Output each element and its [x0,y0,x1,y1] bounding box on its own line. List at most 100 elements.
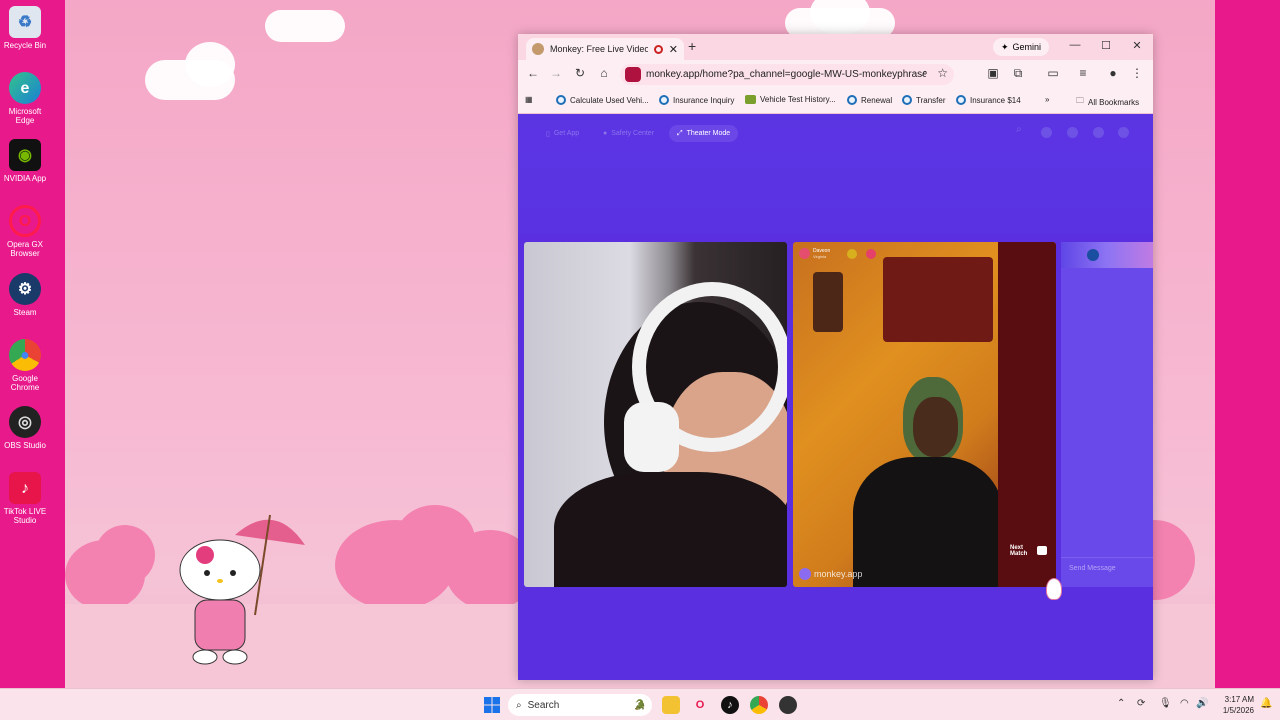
phone-icon: ▯ [546,130,550,138]
profile-avatar[interactable]: ● [1105,66,1121,80]
steam-icon: ⚙ [9,273,41,305]
next-arrow-icon[interactable] [1037,546,1047,555]
wifi-icon[interactable]: ◠ [1180,698,1189,709]
page-header: ▯ Get App ● Safety Center ⤢ Theater Mode ⌕ [518,114,1153,234]
desktop-icon-label: NVIDIA App [3,174,47,183]
bookmark-label: Vehicle Test History... [760,95,836,104]
theater-icon: ⤢ [677,129,683,137]
file-explorer-icon[interactable] [662,696,680,714]
bookmark-label: Insurance $14 [970,95,1021,105]
bookmark-label: Calculate Used Vehi... [570,95,649,105]
obs-taskbar-icon[interactable] [779,696,797,714]
extension-badge-icon[interactable]: ▣ [985,66,1001,80]
bookmark-item[interactable]: Calculate Used Vehi... [556,95,649,105]
extensions-icon[interactable]: ⧉ [1010,66,1026,81]
tiktok-taskbar-icon[interactable]: ♪ [721,696,739,714]
theater-mode-button[interactable]: ⤢ Theater Mode [669,125,739,142]
windows-icon [484,697,500,713]
folder-icon: 🗀 [1076,96,1084,105]
desktop-icon-opera-gx[interactable]: O Opera GX Browser [0,205,50,258]
desktop-icon-tiktok-live[interactable]: ♪ TikTok LIVE Studio [0,472,50,525]
desktop-icon-nvidia[interactable]: ◉ NVIDIA App [0,139,50,183]
recycle-bin-icon: ♻ [9,6,41,38]
all-bookmarks-button[interactable]: 🗀 All Bookmarks [1076,95,1139,109]
coin-icon[interactable] [1041,127,1052,138]
address-bar[interactable]: monkey.app/home?pa_channel=google-MW-US-… [620,64,954,85]
bookmark-star-icon[interactable]: ☆ [937,66,948,80]
desktop-icon-label: OBS Studio [4,441,46,450]
desktop-icon-edge[interactable]: e Microsoft Edge [0,72,50,125]
chat-panel: Send Message [1061,242,1153,587]
clock-date: 1/5/2026 [1222,706,1254,715]
chrome-icon: ● [9,339,41,371]
clock[interactable]: 3:17 AM 1/5/2026 [1214,694,1254,716]
get-app-button[interactable]: ▯ Get App [538,125,587,142]
opera-gx-taskbar-icon[interactable]: O [691,696,709,714]
taskbar: ⌕ Search 🐊 O ♪ ⌃ ⟳ 🎙 ◠ 🔊 3:17 AM 1/5/202… [0,688,1280,720]
desktop-icon-chrome[interactable]: ● Google Chrome [0,339,50,392]
chat-icon[interactable] [1093,127,1104,138]
bookmark-item[interactable]: Insurance Inquiry [659,95,734,105]
all-bookmarks-label: All Bookmarks [1088,97,1140,107]
heart-badge-icon [866,248,877,259]
profile-icon[interactable] [1118,127,1129,138]
next-match-button[interactable]: Next Match [1010,545,1027,557]
tiktok-live-icon: ♪ [9,472,41,504]
tab-bar: Monkey: Free Live Video Ch ✕ + ✦ Gemini … [518,34,1153,60]
local-video [524,242,787,587]
close-window-button[interactable]: ✕ [1130,39,1144,52]
get-app-label: Get App [553,130,580,137]
chrome-taskbar-icon[interactable] [750,696,768,714]
desktop-icon-obs[interactable]: ◎ OBS Studio [0,406,50,450]
forward-button[interactable]: → [548,66,564,80]
bookmark-label: Renewal [861,95,893,105]
sync-icon[interactable]: ⟳ [1137,698,1145,709]
tab-title: Monkey: Free Live Video Ch [550,44,648,54]
new-tab-button[interactable]: + [688,38,696,54]
desktop-icon-steam[interactable]: ⚙ Steam [0,273,50,317]
desktop-icon-recycle-bin[interactable]: ♻ Recycle Bin [0,6,50,50]
minimize-button[interactable]: — [1068,39,1082,51]
bookmarks-overflow-icon[interactable]: » [1045,95,1049,104]
site-info-icon[interactable] [625,67,641,82]
zoom-icon[interactable]: ⌕ [922,67,928,80]
search-icon[interactable]: ⌕ [1016,124,1027,135]
bookmark-item[interactable]: Vehicle Test History... [745,95,836,104]
bookmark-item[interactable]: Insurance $14 [956,95,1021,105]
remote-user-tag: Daveon Virginia [799,248,877,259]
close-tab-icon[interactable]: ✕ [669,43,678,56]
safety-center-button[interactable]: ● Safety Center [595,125,662,142]
menu-icon[interactable]: ⋮ [1129,66,1145,80]
apps-grid-icon[interactable]: ▦ [525,95,533,104]
bookmark-label: Transfer [916,95,946,105]
tray-overflow-icon[interactable]: ⌃ [1117,698,1125,709]
bookmark-item[interactable]: Renewal [847,95,892,105]
bookmark-favicon-icon [847,95,857,105]
send-message-input[interactable]: Send Message [1061,557,1153,579]
search-icon: ⌕ [516,699,522,711]
globe-icon [1087,249,1099,261]
browser-tab[interactable]: Monkey: Free Live Video Ch ✕ [526,38,684,60]
next-match-label: Match [1010,551,1028,557]
home-button[interactable]: ⌂ [596,66,612,80]
start-button[interactable] [483,696,501,714]
bookmark-favicon-icon [556,95,566,105]
desktop-icon-label: Recycle Bin [3,41,47,50]
search-label: Search [527,699,560,711]
history-icon[interactable] [1067,127,1078,138]
microphone-icon[interactable]: 🎙 [1159,698,1172,709]
cast-icon[interactable]: ▭ [1045,66,1061,80]
media-controls-icon[interactable]: ≡ [1075,66,1091,80]
bookmark-item[interactable]: Transfer [902,95,946,105]
gold-badge-icon [847,248,858,259]
bookmark-favicon-icon [659,95,669,105]
notifications-icon[interactable]: 🔔 [1260,698,1272,709]
gemini-button[interactable]: ✦ Gemini [993,38,1050,56]
back-button[interactable]: ← [525,66,541,80]
maximize-button[interactable]: ☐ [1099,39,1113,52]
volume-icon[interactable]: 🔊 [1196,698,1208,709]
taskbar-search[interactable]: ⌕ Search 🐊 [508,694,652,716]
reload-button[interactable]: ↻ [572,66,588,80]
monkey-watermark: monkey.app [799,568,862,580]
watermark-text: monkey.app [814,569,863,579]
